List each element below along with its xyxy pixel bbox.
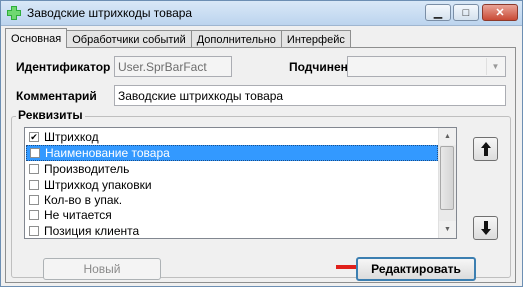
arrow-down-icon [480,221,491,235]
maximize-button[interactable]: □ [453,4,479,21]
checkbox[interactable] [29,195,39,205]
tab-panel-main: Идентификатор User.SprBarFact Подчинен ▼… [5,47,516,283]
checkbox[interactable] [30,148,40,158]
minimize-button[interactable]: ▁ [425,4,451,21]
tab-event-handlers[interactable]: Обработчики событий [66,30,192,48]
requisites-title: Реквизиты [16,108,85,122]
list-item-label: Наименование товара [45,146,170,160]
list-item[interactable]: Не читается [26,207,438,223]
checkbox[interactable] [29,210,39,220]
title-bar[interactable]: Заводские штрихкоды товара ▁ □ ✕ [1,1,522,26]
scroll-down-icon[interactable]: ▼ [439,221,456,238]
subordinate-combobox[interactable]: ▼ [347,56,506,77]
requisites-group: Реквизиты ✔ Штрихкод Наименование товара… [11,108,511,278]
tab-main[interactable]: Основная [5,28,68,48]
checkbox-checked[interactable]: ✔ [29,132,39,142]
tab-additional[interactable]: Дополнительно [190,30,282,48]
comment-label: Комментарий [16,89,97,103]
minimize-icon: ▁ [433,7,443,19]
chevron-down-icon[interactable]: ▼ [486,58,504,75]
maximize-icon: □ [462,6,470,19]
list-item[interactable]: Кол-во в упак. [26,192,438,208]
comment-field[interactable]: Заводские штрихкоды товара [114,85,506,106]
close-icon: ✕ [495,7,505,19]
list-item[interactable]: Производитель [26,161,438,177]
tab-strip: Основная Обработчики событий Дополнитель… [5,28,351,48]
list-item[interactable]: Позиция клиента [26,223,438,238]
checkbox[interactable] [29,164,39,174]
tab-interface[interactable]: Интерфейс [280,30,351,48]
list-item-label: Производитель [44,162,130,176]
list-item-label: Не читается [44,208,112,222]
move-up-button[interactable] [473,137,498,161]
window-title: Заводские штрихкоды товара [27,6,193,20]
list-item-selected[interactable]: Наименование товара [26,145,438,161]
list-item[interactable]: ✔ Штрихкод [26,129,438,145]
requisites-list[interactable]: ✔ Штрихкод Наименование товара Производи… [24,127,457,239]
checkbox[interactable] [29,226,39,236]
list-item-label: Позиция клиента [44,224,140,238]
identifier-field[interactable]: User.SprBarFact [114,56,232,77]
checkbox[interactable] [29,180,39,190]
identifier-label: Идентификатор [16,60,111,74]
scroll-thumb[interactable] [440,146,454,210]
scroll-up-icon[interactable]: ▲ [439,128,456,145]
list-scrollbar[interactable]: ▲ ▼ [438,128,456,238]
dialog-window: Заводские штрихкоды товара ▁ □ ✕ Основна… [0,0,523,287]
list-item-label: Штрихкод упаковки [44,178,152,192]
list-item[interactable]: Штрихкод упаковки [26,177,438,193]
arrow-up-icon [480,142,491,156]
subordinate-label: Подчинен [289,60,348,74]
close-button[interactable]: ✕ [482,4,518,21]
list-item-label: Кол-во в упак. [44,193,123,207]
move-down-button[interactable] [473,216,498,240]
edit-button[interactable]: Редактировать [356,257,476,281]
new-button[interactable]: Новый [43,258,161,280]
app-cross-icon [7,6,21,20]
list-item-label: Штрихкод [44,130,99,144]
